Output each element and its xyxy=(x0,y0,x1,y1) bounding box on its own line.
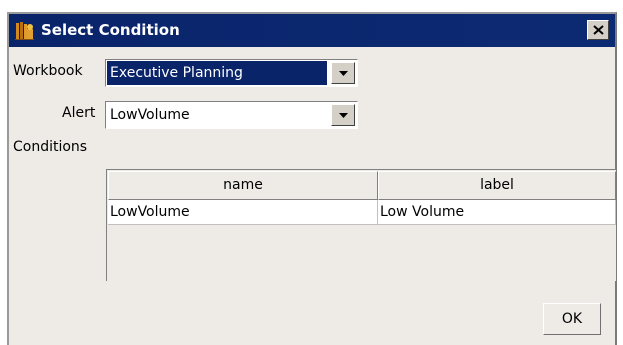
table-row[interactable]: LowVolume Low Volume xyxy=(108,200,616,225)
column-header-name[interactable]: name xyxy=(108,171,378,200)
alert-select[interactable]: LowVolume xyxy=(105,101,358,129)
alert-dropdown-button[interactable] xyxy=(331,104,355,126)
chevron-down-icon xyxy=(339,71,348,76)
close-icon xyxy=(593,25,604,35)
title-bar[interactable]: Select Condition xyxy=(9,14,615,47)
books-icon xyxy=(15,21,35,41)
workbook-select[interactable]: Executive Planning xyxy=(105,59,358,87)
close-button[interactable] xyxy=(587,20,609,40)
workbook-label: Workbook xyxy=(13,63,83,79)
chevron-down-icon xyxy=(339,113,348,118)
alert-label: Alert xyxy=(62,105,96,121)
dialog-title: Select Condition xyxy=(41,21,180,39)
cell-label[interactable]: Low Volume xyxy=(378,200,616,225)
column-header-label[interactable]: label xyxy=(378,171,616,200)
select-condition-dialog: Select Condition Workbook Executive Plan… xyxy=(7,12,617,345)
conditions-table[interactable]: name label LowVolume Low Volume xyxy=(106,169,616,281)
ok-button[interactable]: OK xyxy=(543,303,601,335)
conditions-label: Conditions xyxy=(13,139,88,155)
alert-value: LowVolume xyxy=(110,107,190,123)
workbook-value: Executive Planning xyxy=(107,61,327,85)
cell-name[interactable]: LowVolume xyxy=(108,200,378,225)
workbook-dropdown-button[interactable] xyxy=(331,62,355,84)
